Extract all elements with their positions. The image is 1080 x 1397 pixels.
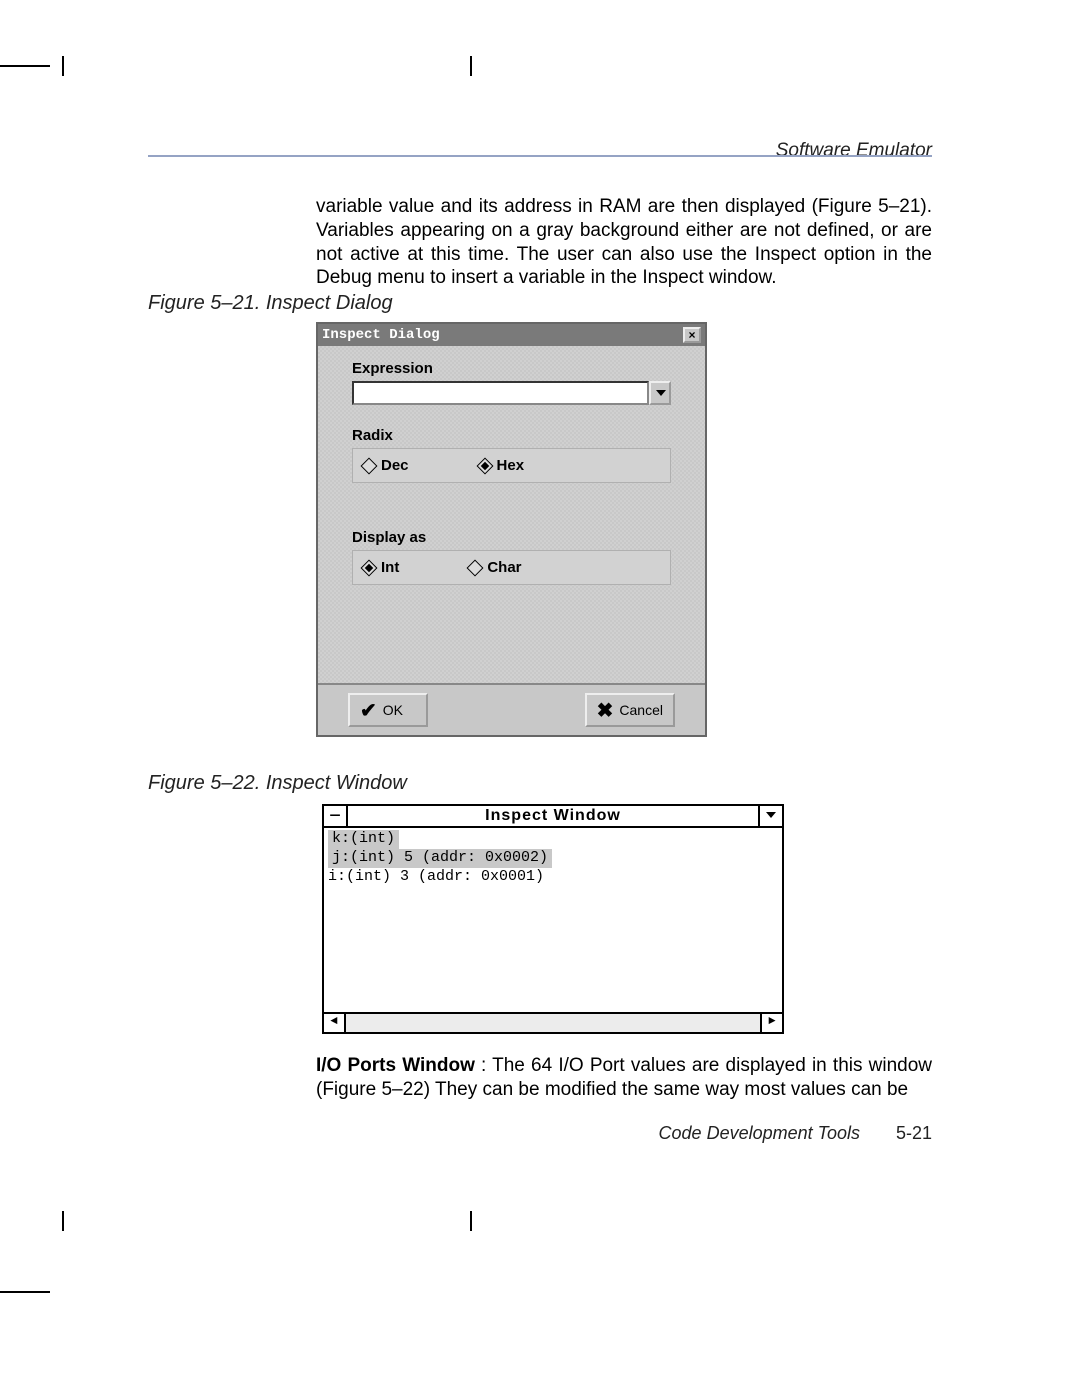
inspect-dialog: Inspect Dialog × Expression Radix Dec (316, 322, 707, 737)
figure-5-22-caption: Figure 5–22. Inspect Window (148, 772, 407, 795)
scroll-right-icon[interactable]: ► (760, 1014, 782, 1032)
scroll-track[interactable] (346, 1014, 760, 1032)
cancel-label: Cancel (619, 702, 663, 718)
ok-label: OK (383, 702, 403, 718)
radix-label: Radix (352, 427, 671, 444)
radix-group: Dec Hex (352, 448, 671, 483)
window-title: Inspect Window (348, 807, 758, 825)
expression-dropdown-button[interactable] (649, 381, 671, 405)
footer-section: Code Development Tools (659, 1123, 860, 1144)
radix-hex-label: Hex (497, 457, 525, 474)
radio-unselected-icon (467, 559, 484, 576)
close-icon[interactable]: × (683, 327, 701, 343)
check-icon: ✔ (360, 698, 377, 723)
dialog-title: Inspect Dialog (322, 327, 440, 343)
io-ports-paragraph: I/O Ports Window : The 64 I/O Port value… (316, 1054, 932, 1102)
cancel-button[interactable]: ✖ Cancel (585, 693, 675, 727)
dialog-titlebar[interactable]: Inspect Dialog × (318, 324, 705, 346)
radix-hex-option[interactable]: Hex (479, 457, 525, 474)
io-ports-heading: I/O Ports Window (316, 1055, 475, 1076)
list-item[interactable]: k:(int) (328, 830, 399, 849)
system-menu-icon[interactable]: — (324, 806, 348, 826)
display-char-option[interactable]: Char (469, 559, 521, 576)
list-item[interactable]: j:(int) 5 (addr: 0x0002) (328, 849, 552, 868)
figure-5-21-caption: Figure 5–21. Inspect Dialog (148, 292, 393, 315)
radix-dec-option[interactable]: Dec (363, 457, 409, 474)
x-icon: ✖ (597, 698, 614, 723)
radix-dec-label: Dec (381, 457, 409, 474)
display-as-group: Int Char (352, 550, 671, 585)
radio-unselected-icon (361, 457, 378, 474)
header-rule (148, 155, 932, 157)
horizontal-scrollbar[interactable]: ◄ ► (324, 1012, 782, 1032)
window-titlebar[interactable]: — Inspect Window (324, 806, 782, 828)
intro-paragraph: variable value and its address in RAM ar… (316, 195, 932, 290)
radio-selected-icon (361, 559, 378, 576)
display-int-option[interactable]: Int (363, 559, 399, 576)
display-as-label: Display as (352, 529, 671, 546)
expression-label: Expression (352, 360, 671, 377)
inspect-list: k:(int) j:(int) 5 (addr: 0x0002) i:(int)… (324, 828, 782, 1012)
footer-page-number: 5-21 (896, 1123, 932, 1144)
running-header: Software Emulator (776, 140, 932, 162)
display-int-label: Int (381, 559, 399, 576)
display-char-label: Char (487, 559, 521, 576)
radio-selected-icon (476, 457, 493, 474)
list-item[interactable]: i:(int) 3 (addr: 0x0001) (328, 868, 544, 885)
ok-button[interactable]: ✔ OK (348, 693, 428, 727)
expression-input[interactable] (352, 381, 649, 405)
inspect-window: — Inspect Window k:(int) j:(int) 5 (addr… (322, 804, 784, 1034)
scroll-left-icon[interactable]: ◄ (324, 1014, 346, 1032)
minimize-icon[interactable] (758, 806, 782, 826)
